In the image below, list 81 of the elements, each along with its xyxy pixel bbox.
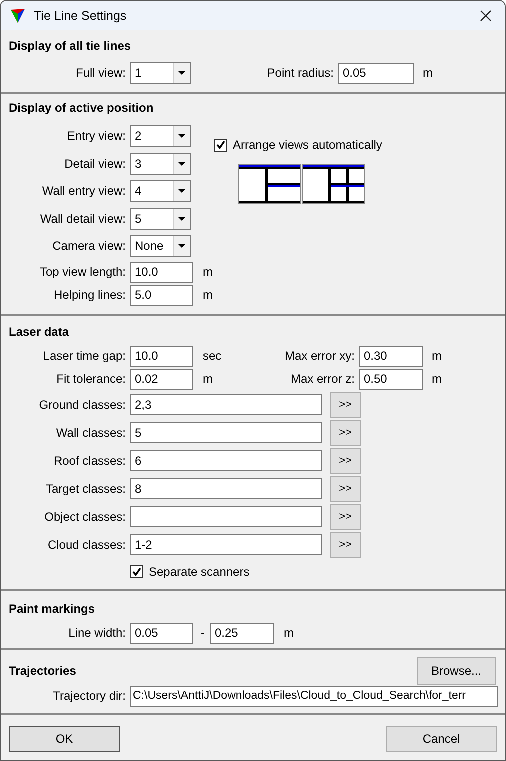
caret-icon [178, 216, 186, 220]
field-label: Cloud classes: [46, 538, 127, 552]
section-title: Trajectories [9, 662, 76, 678]
field-label: Point radius: [266, 66, 335, 80]
field-label: Line width: [68, 626, 127, 640]
checkbox[interactable] [130, 565, 143, 578]
unit-label: sec [203, 349, 223, 363]
select-classes-button[interactable]: >> [330, 392, 361, 418]
select-classes-button[interactable]: >> [330, 476, 361, 502]
caret-icon [178, 134, 186, 138]
unit-label: m [203, 288, 213, 302]
field-label: Object classes: [44, 510, 127, 524]
select-classes-button[interactable]: >> [330, 532, 361, 558]
unit-label: m [284, 626, 294, 640]
select-classes-button[interactable]: >> [330, 420, 361, 446]
field-label: Full view: [74, 66, 127, 80]
text-field[interactable]: 0.50 [359, 368, 423, 390]
field-label: Helping lines: [52, 288, 127, 302]
view-dropdown[interactable]: None [130, 235, 191, 257]
text-field[interactable]: 0.30 [359, 346, 423, 366]
path-field[interactable]: C:\Users\AnttiJ\Downloads\Files\Cloud_to_Cloud_Search\for_terr [130, 686, 498, 706]
two-split-layout-icon[interactable] [238, 164, 301, 204]
app-logo-icon [10, 8, 26, 24]
field-label: Laser time gap: [42, 349, 127, 363]
classes-field[interactable]: 8 [130, 478, 322, 499]
full-view-dropdown[interactable]: 1 [130, 62, 191, 84]
field-label: Wall classes: [55, 426, 127, 440]
text-field[interactable]: 0.05 [130, 622, 193, 644]
field-label: Entry view: [66, 129, 127, 143]
unit-label: m [203, 372, 214, 386]
field-label: Target classes: [44, 482, 127, 496]
view-dropdown[interactable]: 3 [130, 152, 191, 174]
unit-label: m [423, 66, 433, 80]
unit-label: m [432, 349, 442, 363]
classes-field[interactable]: 6 [130, 450, 322, 471]
classes-field[interactable] [130, 506, 322, 527]
classes-field[interactable]: 1-2 [130, 534, 322, 555]
section-title: Laser data [9, 324, 70, 340]
text-field[interactable]: 10.0 [130, 262, 193, 282]
text-field[interactable]: 0.25 [210, 622, 274, 644]
field-label: Fit tolerance: [56, 372, 127, 386]
unit-label: m [432, 372, 442, 386]
field-label: Wall entry view: [41, 184, 127, 198]
section-title: Display of active position [9, 100, 155, 116]
section-title: Display of all tie lines [9, 38, 132, 54]
field-label: Max error xy: [284, 349, 356, 363]
field-label: Wall detail view: [39, 212, 127, 226]
dialog-button[interactable]: OK [9, 726, 120, 752]
classes-field[interactable]: 5 [130, 422, 322, 443]
close-icon[interactable] [480, 10, 492, 22]
section-title: Paint markings [9, 600, 96, 616]
caret-icon [178, 162, 186, 166]
checkbox-label: Separate scanners [149, 564, 250, 578]
checkbox-label: Arrange views automatically [233, 138, 382, 152]
field-label: Trajectory dir: [52, 689, 127, 703]
dialog-button[interactable]: Cancel [386, 726, 497, 752]
field-label: Max error z: [290, 372, 356, 386]
view-dropdown[interactable]: 5 [130, 208, 191, 230]
point-radius-field[interactable]: 0.05 [338, 62, 414, 84]
caret-icon [178, 244, 186, 248]
view-dropdown[interactable]: 2 [130, 125, 191, 147]
field-label: Roof classes: [52, 454, 127, 468]
field-label: Detail view: [64, 156, 127, 170]
text-field[interactable]: 0.02 [130, 368, 193, 390]
field-label: Camera view: [52, 239, 127, 253]
classes-field[interactable]: 2,3 [130, 394, 322, 415]
checkbox[interactable] [214, 138, 227, 152]
text-field[interactable]: 5.0 [130, 284, 193, 306]
caret-icon [178, 189, 186, 193]
unit-label: m [203, 265, 213, 279]
range-separator: - [201, 626, 205, 640]
window-title: Tie Line Settings [34, 8, 128, 22]
view-dropdown[interactable]: 4 [130, 180, 191, 202]
field-label: Top view length: [38, 265, 127, 279]
four-split-layout-icon[interactable] [302, 164, 365, 204]
browse-button[interactable]: Browse... [417, 656, 496, 684]
select-classes-button[interactable]: >> [330, 448, 361, 474]
select-classes-button[interactable]: >> [330, 504, 361, 530]
caret-icon [178, 71, 186, 75]
field-label: Ground classes: [38, 398, 127, 412]
text-field[interactable]: 10.0 [130, 346, 193, 366]
